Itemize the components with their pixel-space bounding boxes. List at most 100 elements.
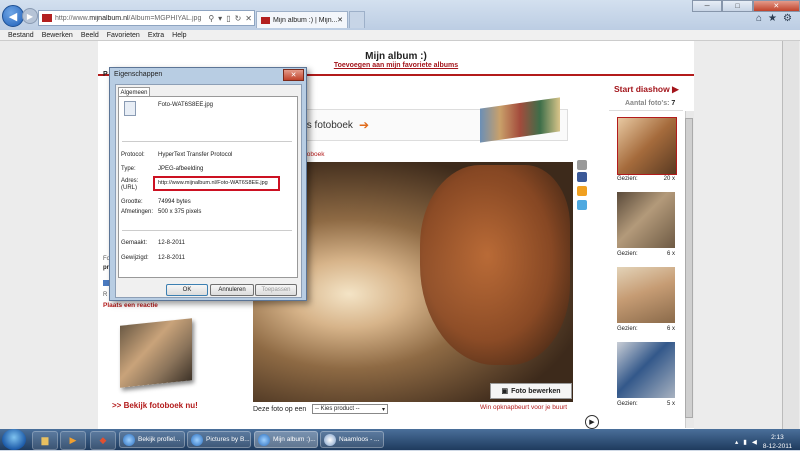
stop-icon[interactable]: ✕ [245, 14, 252, 23]
photo-cube-image[interactable] [120, 318, 192, 388]
clock[interactable]: 2:13 8-12-2011 [763, 433, 792, 451]
tab-mijn-album[interactable]: Mijn album :) | Mijn... ✕ [256, 11, 348, 28]
foto-bewerken-button[interactable]: ▣ Foto bewerken [490, 383, 572, 399]
next-photo-button[interactable]: ▶ [585, 415, 599, 429]
ok-button[interactable]: OK [166, 284, 208, 296]
file-name: Foto-WAT6S8EE.jpg [158, 102, 214, 108]
new-tab-button[interactable] [349, 11, 365, 28]
prop-label: Gemaakt: [121, 240, 148, 246]
page-scrollbar[interactable] [782, 41, 799, 429]
prop-label: Protocol: [121, 152, 145, 158]
menu-help[interactable]: Help [172, 32, 186, 39]
left-column-heading: P [103, 71, 108, 78]
menu-beeld[interactable]: Beeld [81, 32, 99, 39]
system-tray: ▴ ▮ ◀ 2:13 8-12-2011 [680, 433, 800, 451]
photo-breadcrumb[interactable]: toboek [305, 151, 325, 158]
minimize-button[interactable]: ─ [692, 0, 723, 12]
prop-label: Grootte: [121, 199, 143, 205]
thumbnail-3[interactable] [617, 267, 675, 323]
twitter-icon[interactable] [577, 200, 587, 210]
dialog-separator [122, 141, 292, 142]
forward-button[interactable]: ▶ [22, 8, 38, 24]
menu-extra[interactable]: Extra [148, 32, 164, 39]
apply-button[interactable]: Toepassen [255, 284, 297, 296]
ie-icon [123, 433, 135, 446]
menu-favorieten[interactable]: Favorieten [107, 32, 140, 39]
task-naamloos[interactable]: Naamloos - ... [320, 431, 384, 448]
gear-icon[interactable]: ⚙ [783, 13, 792, 24]
thumbnail-2[interactable] [617, 192, 675, 248]
paint-app-icon [324, 433, 336, 446]
edit-photo-icon: ▣ [501, 388, 509, 395]
file-icon [124, 101, 136, 116]
cancel-button[interactable]: Annuleren [210, 284, 254, 296]
thumb-3-views: Gezien: 6 x [617, 326, 675, 332]
comment-link[interactable]: Plaats een reactie [103, 302, 158, 309]
prop-value: HyperText Transfer Protocol [158, 152, 233, 158]
home-icon[interactable]: ⌂ [756, 13, 762, 24]
next-arrow-icon: ▶ [589, 419, 595, 426]
start-button[interactable] [2, 429, 26, 450]
facebook-icon[interactable] [577, 172, 587, 182]
search-icon[interactable]: ⚲ [208, 14, 214, 23]
horse-photo-region [420, 165, 570, 365]
thumbnail-1[interactable] [617, 117, 677, 175]
product-select[interactable]: -- Kies product -- ▾ [312, 404, 388, 414]
share-email-icon[interactable] [577, 160, 587, 170]
opknap-link[interactable]: Win opknapbeurt voor je buurt [480, 404, 567, 411]
ie-icon [191, 433, 203, 446]
task-bekijk-profiel[interactable]: Bekijk profiel... [119, 431, 185, 448]
media-player-icon[interactable]: ▶ [60, 431, 86, 450]
paint-icon[interactable]: ◆ [90, 431, 116, 450]
task-mijn-album[interactable]: Mijn album :)... [254, 431, 318, 448]
tab-favicon [261, 16, 270, 24]
dialog-separator [122, 230, 292, 231]
prop-value: 500 x 375 pixels [158, 209, 202, 215]
thumbnail-4[interactable] [617, 342, 675, 398]
address-bar[interactable]: http://www.mijnalbum.nl/Album=MGPHIYAL.j… [38, 10, 255, 26]
hyves-icon[interactable] [577, 186, 587, 196]
toolbar-icons: ⌂ ★ ⚙ [756, 13, 792, 24]
photo-count: Aantal foto's: 7 [625, 100, 676, 107]
refresh-icon[interactable]: ↻ [235, 14, 242, 23]
arrow-right-icon: ➔ [358, 118, 369, 132]
address-highlight-box [153, 176, 280, 191]
favorites-star-icon[interactable]: ★ [768, 13, 777, 24]
close-button[interactable]: ✕ [752, 0, 800, 12]
prop-value: 12-8-2011 [158, 255, 185, 261]
prop-value: 12-8-2011 [158, 240, 185, 246]
network-icon[interactable]: ▮ [743, 438, 747, 446]
left-stub-r: R [103, 292, 108, 298]
prop-label: (URL) [121, 185, 137, 191]
tray-arrow-icon[interactable]: ▴ [735, 438, 738, 446]
right-divider [609, 110, 683, 111]
ie-icon [258, 433, 270, 446]
forward-arrow-icon: ▶ [26, 11, 34, 21]
prop-value: 74994 bytes [158, 199, 191, 205]
explorer-icon[interactable]: ▆ [32, 431, 58, 450]
thumb-1-views: Gezien: 20 x [617, 176, 675, 182]
dialog-close-button[interactable]: ✕ [283, 69, 304, 81]
prop-value: JPEG-afbeelding [158, 166, 204, 172]
play-icon: ▶ [672, 84, 679, 94]
window-controls: ─ □ ✕ [692, 0, 800, 12]
close-icon: ✕ [290, 72, 297, 79]
start-diashow-link[interactable]: Start diashow ▶ [614, 84, 679, 95]
compat-icon[interactable]: ▯ [226, 14, 230, 23]
site-favicon [42, 14, 52, 22]
dialog-title: Eigenschappen [114, 71, 163, 78]
address-url[interactable]: http://www.mijnalbum.nl/Album=MGPHIYAL.j… [55, 15, 206, 22]
back-arrow-icon: ◀ [8, 10, 18, 23]
tab-close-icon[interactable]: ✕ [337, 16, 343, 24]
scrollbar-thumb[interactable] [685, 118, 693, 418]
menu-bestand[interactable]: Bestand [8, 32, 34, 39]
maximize-button[interactable]: □ [722, 0, 753, 12]
task-pictures[interactable]: Pictures by B... [187, 431, 251, 448]
page-title: Mijn album :) [365, 51, 427, 62]
bekijk-fotoboek-link[interactable]: >> Bekijk fotoboek nu! [112, 401, 198, 410]
back-button[interactable]: ◀ [2, 5, 24, 27]
prop-label: Adres: [121, 178, 139, 184]
volume-icon[interactable]: ◀ [752, 438, 757, 446]
dropdown-icon[interactable]: ▾ [218, 14, 222, 23]
menu-bewerken[interactable]: Bewerken [42, 32, 73, 39]
